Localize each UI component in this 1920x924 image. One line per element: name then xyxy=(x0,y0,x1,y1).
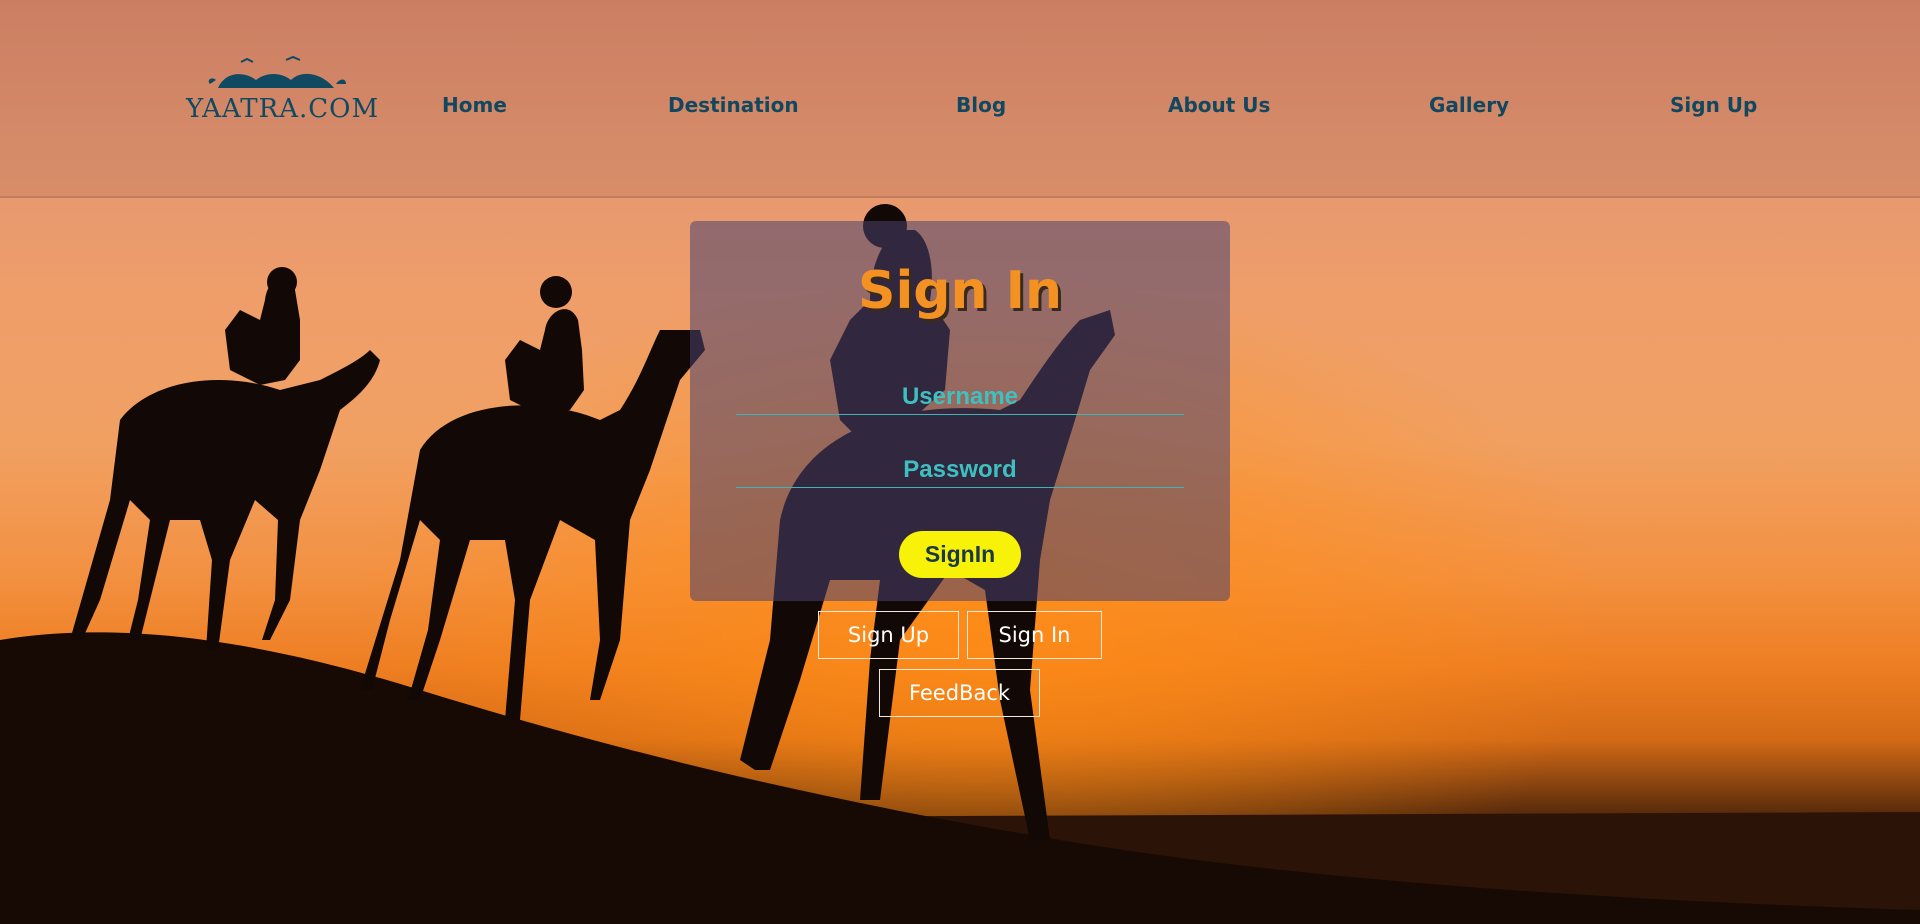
nav-sign-up[interactable]: Sign Up xyxy=(1670,93,1757,117)
signin-submit-button[interactable]: SignIn xyxy=(899,531,1021,578)
nav-destination[interactable]: Destination xyxy=(668,93,799,117)
site-logo[interactable]: YAATRA.COM xyxy=(186,50,380,126)
password-input[interactable] xyxy=(736,452,1184,488)
signin-title: Sign In xyxy=(858,261,1062,321)
nav-gallery[interactable]: Gallery xyxy=(1429,93,1509,117)
logo-text: YAATRA.COM xyxy=(186,94,380,124)
camel-caravan-logo-icon xyxy=(208,55,346,88)
nav-home[interactable]: Home xyxy=(442,93,507,117)
feedback-button[interactable]: FeedBack xyxy=(879,669,1040,717)
site-header: YAATRA.COM Home Destination Blog About U… xyxy=(0,0,1920,198)
nav-about-us[interactable]: About Us xyxy=(1168,93,1270,117)
signup-button[interactable]: Sign Up xyxy=(818,611,959,659)
nav-blog[interactable]: Blog xyxy=(956,93,1006,117)
username-input[interactable] xyxy=(736,379,1184,415)
signin-button[interactable]: Sign In xyxy=(967,611,1102,659)
